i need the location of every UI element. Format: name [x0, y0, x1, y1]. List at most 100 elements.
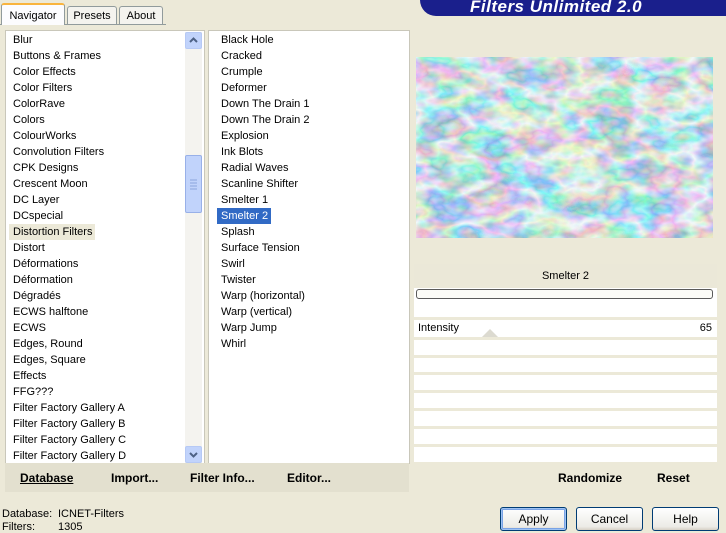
filter-item-label: Crumple	[221, 66, 263, 78]
category-scrollbar[interactable]	[185, 32, 202, 463]
category-item[interactable]: Color Filters	[9, 80, 75, 96]
filter-item[interactable]: Down The Drain 1	[217, 96, 312, 112]
category-item[interactable]: Effects	[9, 368, 49, 384]
filter-item[interactable]: Explosion	[217, 128, 272, 144]
reset-button[interactable]: Reset	[657, 471, 690, 485]
filter-item-label: Smelter 1	[221, 194, 269, 206]
status-database-value: ICNET-Filters	[58, 508, 124, 520]
status-filters-value: 1305	[58, 521, 83, 533]
category-list[interactable]: Blur Buttons & Frames Color Effects Color F…	[5, 30, 205, 464]
category-item[interactable]: FFG???	[9, 384, 56, 400]
filter-item[interactable]: Twister	[217, 272, 259, 288]
tab-presets[interactable]: Presets	[67, 6, 117, 24]
filter-name-label: Smelter 2	[414, 264, 717, 288]
filter-item[interactable]: Splash	[217, 224, 258, 240]
row-divider	[414, 426, 717, 429]
scroll-up-button[interactable]	[185, 32, 202, 49]
filter-item-label: Splash	[221, 226, 255, 238]
filter-info-button[interactable]: Filter Info...	[190, 471, 255, 485]
category-item-label: Color Filters	[13, 82, 73, 94]
category-item-label: Effects	[13, 370, 47, 382]
import-button[interactable]: Import...	[111, 471, 158, 485]
filter-item[interactable]: Down The Drain 2	[217, 112, 312, 128]
chevron-down-icon	[189, 452, 198, 458]
category-item[interactable]: DC Layer	[9, 192, 62, 208]
filter-item-label: Twister	[221, 274, 256, 286]
filter-item[interactable]: Ink Blots	[217, 144, 266, 160]
category-item[interactable]: Convolution Filters	[9, 144, 107, 160]
category-item-label: Filter Factory Gallery B	[13, 418, 126, 430]
filter-item[interactable]: Black Hole	[217, 32, 277, 48]
category-item[interactable]: CPK Designs	[9, 160, 81, 176]
category-item-label: Filter Factory Gallery D	[13, 450, 127, 462]
category-item-label: DC Layer	[13, 194, 60, 206]
category-item-label: Buttons & Frames	[13, 50, 102, 62]
category-item[interactable]: DCspecial	[9, 208, 66, 224]
filter-item-label: Scanline Shifter	[221, 178, 299, 190]
filter-item[interactable]: Crumple	[217, 64, 266, 80]
filter-list[interactable]: Black Hole Cracked Crumple Deformer Down The…	[208, 30, 410, 464]
filter-item[interactable]: Smelter 2	[217, 208, 272, 224]
editor-button[interactable]: Editor...	[287, 471, 331, 485]
category-item[interactable]: Buttons & Frames	[9, 48, 104, 64]
filter-item[interactable]: Surface Tension	[217, 240, 303, 256]
scroll-down-button[interactable]	[185, 446, 202, 463]
tab-about[interactable]: About	[119, 6, 163, 24]
slider-pointer-icon[interactable]	[482, 328, 498, 337]
category-item[interactable]: ECWS	[9, 320, 49, 336]
category-item[interactable]: Dégradés	[9, 288, 64, 304]
category-item-label: Colors	[13, 114, 45, 126]
row-divider	[414, 317, 717, 320]
category-item[interactable]: Edges, Round	[9, 336, 86, 352]
category-item[interactable]: Filter Factory Gallery D	[9, 448, 129, 463]
category-item[interactable]: Blur	[9, 32, 36, 48]
filter-item-label: Cracked	[221, 50, 262, 62]
category-item[interactable]: Distortion Filters	[9, 224, 96, 240]
row-divider	[414, 390, 717, 393]
filter-item[interactable]: Deformer	[217, 80, 270, 96]
help-button[interactable]: Help	[652, 507, 719, 531]
filter-item-label: Surface Tension	[221, 242, 300, 254]
category-item[interactable]: Crescent Moon	[9, 176, 91, 192]
filter-item[interactable]: Radial Waves	[217, 160, 291, 176]
filter-item-label: Deformer	[221, 82, 267, 94]
filter-item-label: Warp (horizontal)	[221, 290, 305, 302]
filter-item[interactable]: Warp Jump	[217, 320, 280, 336]
filter-item[interactable]: Smelter 1	[217, 192, 271, 208]
category-item-label: Filter Factory Gallery A	[13, 402, 125, 414]
cancel-button[interactable]: Cancel	[576, 507, 643, 531]
category-item[interactable]: Distort	[9, 240, 48, 256]
category-item[interactable]: Filter Factory Gallery C	[9, 432, 129, 448]
parameter-value: 65	[699, 322, 712, 334]
filter-item[interactable]: Whirl	[217, 336, 249, 352]
filter-item-label: Ink Blots	[221, 146, 264, 158]
status-filters-label: Filters:	[2, 521, 35, 533]
scroll-thumb[interactable]	[185, 155, 202, 213]
filter-item[interactable]: Swirl	[217, 256, 248, 272]
randomize-button[interactable]: Randomize	[558, 471, 622, 485]
category-item[interactable]: ColourWorks	[9, 128, 79, 144]
category-item-label: ECWS halftone	[13, 306, 89, 318]
filter-item[interactable]: Warp (vertical)	[217, 304, 295, 320]
filter-item[interactable]: Warp (horizontal)	[217, 288, 308, 304]
category-item-label: Distortion Filters	[9, 224, 96, 240]
filter-item-label: Black Hole	[221, 34, 274, 46]
filter-item[interactable]: Cracked	[217, 48, 265, 64]
category-item[interactable]: Edges, Square	[9, 352, 89, 368]
category-item[interactable]: Déformation	[9, 272, 76, 288]
filter-preview-image	[416, 57, 713, 238]
apply-button[interactable]: Apply	[500, 507, 567, 531]
database-button[interactable]: Database	[20, 471, 73, 485]
category-item[interactable]: Color Effects	[9, 64, 79, 80]
category-item[interactable]: ECWS halftone	[9, 304, 91, 320]
filter-item[interactable]: Scanline Shifter	[217, 176, 301, 192]
tab-navigator[interactable]: Navigator	[1, 3, 65, 25]
progress-bar	[416, 289, 713, 299]
category-item[interactable]: Déformations	[9, 256, 81, 272]
category-item[interactable]: Colors	[9, 112, 48, 128]
category-item-label: CPK Designs	[13, 162, 79, 174]
category-item[interactable]: Filter Factory Gallery A	[9, 400, 128, 416]
category-item[interactable]: ColorRave	[9, 96, 68, 112]
category-item[interactable]: Filter Factory Gallery B	[9, 416, 128, 432]
row-divider	[414, 372, 717, 375]
